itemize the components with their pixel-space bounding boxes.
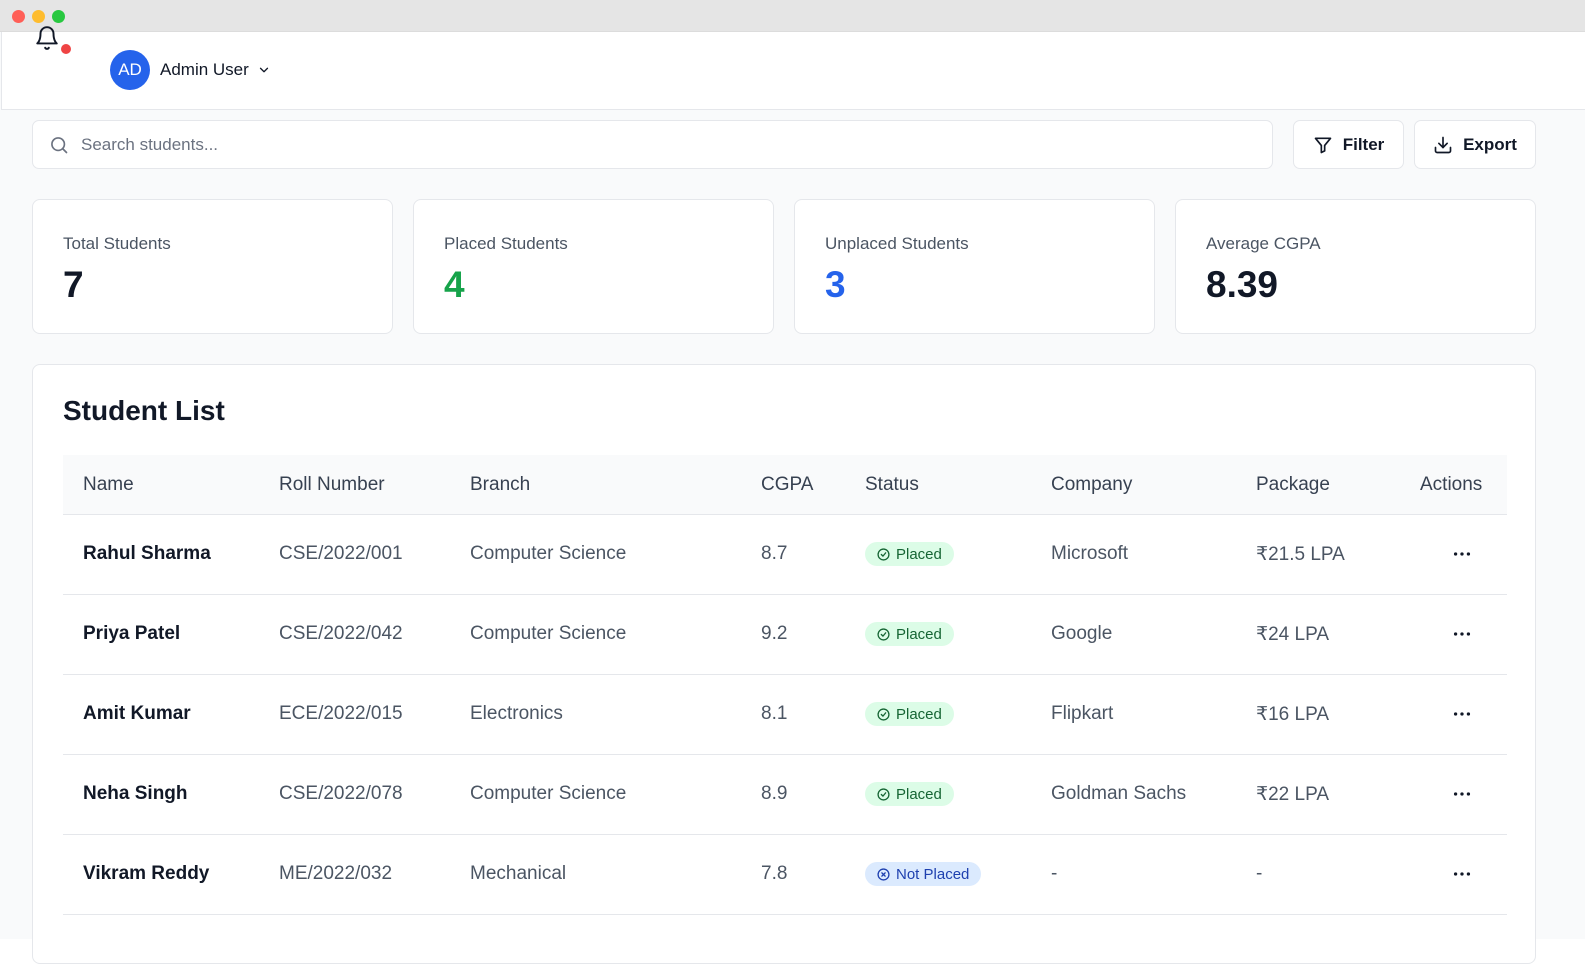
table-row[interactable]: Neha Singh CSE/2022/078 Computer Science…	[63, 755, 1507, 835]
notification-badge	[61, 44, 71, 54]
status-label: Placed	[896, 625, 942, 643]
table-header: Name Roll Number Branch CGPA Status Comp…	[63, 455, 1507, 515]
status-badge: Not Placed	[865, 862, 982, 886]
column-header-name[interactable]: Name	[83, 474, 134, 496]
stat-label: Placed Students	[444, 234, 568, 253]
table-row[interactable]: Vikram Reddy ME/2022/032 Mechanical 7.8 …	[63, 835, 1507, 915]
table-row[interactable]: Rahul Sharma CSE/2022/001 Computer Scien…	[63, 515, 1507, 595]
cell-roll-number: CSE/2022/042	[279, 623, 403, 644]
cell-cgpa: 9.2	[761, 623, 788, 644]
cell-name: Vikram Reddy	[83, 863, 210, 884]
status-label: Not Placed	[896, 865, 970, 883]
status-badge: Placed	[865, 702, 954, 726]
stat-label: Unplaced Students	[825, 234, 969, 253]
cell-cgpa: 7.8	[761, 863, 788, 884]
table-row[interactable]: Amit Kumar ECE/2022/015 Electronics 8.1 …	[63, 675, 1507, 755]
cell-branch: Computer Science	[470, 783, 627, 804]
stat-value: 8.39	[1206, 264, 1279, 305]
filter-button[interactable]: Filter	[1293, 120, 1404, 169]
cell-branch: Electronics	[470, 703, 563, 724]
cell-name: Rahul Sharma	[83, 543, 211, 564]
status-badge: Placed	[865, 622, 954, 646]
download-icon	[1434, 136, 1452, 153]
bell-icon[interactable]	[34, 24, 60, 52]
filter-icon	[1314, 137, 1332, 153]
cell-roll-number: ECE/2022/015	[279, 703, 403, 724]
search-input[interactable]	[81, 121, 1261, 168]
cell-branch: Mechanical	[470, 863, 567, 884]
cell-package: -	[1256, 863, 1263, 884]
cell-package: ₹24 LPA	[1256, 624, 1330, 645]
search-box	[32, 120, 1273, 169]
check-circle-icon	[877, 627, 890, 641]
cell-cgpa: 8.1	[761, 703, 788, 724]
cell-name: Priya Patel	[83, 623, 181, 644]
stat-card-average-cgpa: Average CGPA 8.39	[1175, 199, 1536, 334]
stat-card-placed-students: Placed Students 4	[413, 199, 774, 334]
check-circle-icon	[877, 547, 890, 561]
column-header-package[interactable]: Package	[1256, 474, 1330, 496]
cell-company: Goldman Sachs	[1051, 783, 1187, 804]
maximize-window-button[interactable]	[52, 10, 65, 23]
x-circle-icon	[877, 867, 890, 881]
stat-card-total-students: Total Students 7	[32, 199, 393, 334]
stat-card-unplaced-students: Unplaced Students 3	[794, 199, 1155, 334]
search-icon	[51, 137, 68, 154]
stat-label: Total Students	[63, 234, 171, 253]
cell-branch: Computer Science	[470, 623, 627, 644]
status-badge: Placed	[865, 782, 954, 806]
column-header-actions: Actions	[1420, 474, 1483, 495]
cell-company: -	[1051, 863, 1058, 884]
column-header-branch[interactable]: Branch	[470, 474, 530, 496]
column-header-roll-number[interactable]: Roll Number	[279, 474, 385, 496]
stat-value: 7	[63, 264, 84, 305]
minimize-window-button[interactable]	[32, 10, 45, 23]
chevron-down-icon	[259, 67, 268, 73]
close-window-button[interactable]	[12, 10, 25, 23]
stat-label: Average CGPA	[1206, 234, 1321, 253]
status-label: Placed	[896, 545, 942, 563]
cell-roll-number: CSE/2022/001	[279, 543, 403, 564]
cell-name: Neha Singh	[83, 783, 188, 804]
cell-package: ₹16 LPA	[1256, 704, 1330, 725]
cell-package: ₹22 LPA	[1256, 784, 1330, 805]
student-list-panel: Student List Name Roll Number Branch CGP…	[32, 364, 1536, 964]
avatar: AD	[110, 50, 150, 90]
filter-button-label: Filter	[1342, 134, 1385, 154]
status-label: Placed	[896, 785, 942, 803]
window-titlebar	[0, 0, 1585, 32]
cell-company: Microsoft	[1051, 543, 1129, 564]
more-actions-icon[interactable]	[1451, 863, 1473, 885]
cell-roll-number: ME/2022/032	[279, 863, 393, 884]
cell-roll-number: CSE/2022/078	[279, 783, 403, 804]
column-header-cgpa[interactable]: CGPA	[761, 474, 813, 496]
column-header-status[interactable]: Status	[865, 474, 919, 496]
app-window: AD Admin User Filter Export Total Studen…	[0, 0, 1585, 964]
export-button-label: Export	[1463, 134, 1517, 154]
user-menu[interactable]: AD Admin User	[110, 50, 271, 90]
export-button[interactable]: Export	[1414, 120, 1536, 169]
cell-name: Amit Kumar	[83, 703, 191, 724]
more-actions-icon[interactable]	[1451, 783, 1473, 805]
cell-cgpa: 8.7	[761, 543, 788, 564]
stat-value: 3	[825, 264, 846, 305]
more-actions-icon[interactable]	[1451, 543, 1473, 565]
status-badge: Placed	[865, 542, 954, 566]
cell-package: ₹21.5 LPA	[1256, 544, 1345, 565]
status-label: Placed	[896, 705, 942, 723]
stat-value: 4	[444, 264, 465, 305]
column-header-company[interactable]: Company	[1051, 474, 1132, 496]
more-actions-icon[interactable]	[1451, 703, 1473, 725]
table-row[interactable]: Priya Patel CSE/2022/042 Computer Scienc…	[63, 595, 1507, 675]
student-list-title: Student List	[63, 395, 225, 426]
cell-cgpa: 8.9	[761, 783, 788, 804]
cell-company: Google	[1051, 623, 1113, 644]
check-circle-icon	[877, 707, 890, 721]
more-actions-icon[interactable]	[1451, 623, 1473, 645]
cell-branch: Computer Science	[470, 543, 627, 564]
cell-company: Flipkart	[1051, 703, 1114, 724]
check-circle-icon	[877, 787, 890, 801]
user-name: Admin User	[160, 60, 249, 79]
